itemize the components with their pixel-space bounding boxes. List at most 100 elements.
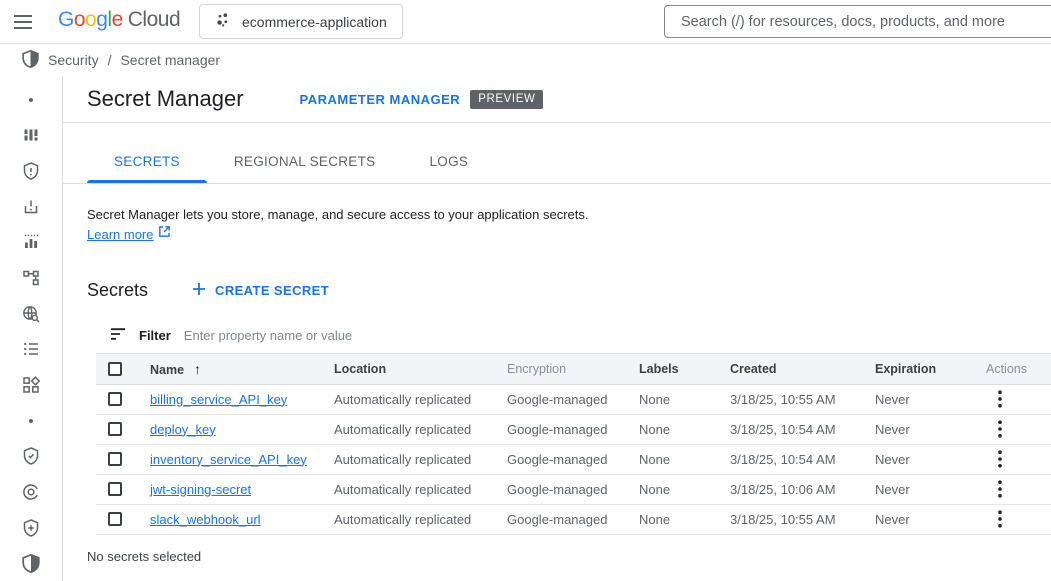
row-actions-menu[interactable] <box>986 475 1002 503</box>
cell-labels: None <box>629 414 720 444</box>
row-checkbox[interactable] <box>108 422 122 436</box>
secret-name-link[interactable]: inventory_service_API_key <box>150 452 307 467</box>
sort-ascending-icon: ↑ <box>194 361 201 377</box>
breadcrumb-page: Secret manager <box>120 52 220 68</box>
cell-expiration: Never <box>865 504 976 534</box>
sidebar-item-findings[interactable] <box>9 331 53 367</box>
secret-name-link[interactable]: jwt-signing-secret <box>150 482 251 497</box>
plus-icon <box>192 282 206 299</box>
dot-icon <box>21 411 41 431</box>
cell-location: Automatically replicated <box>324 444 497 474</box>
logo-letter: e <box>112 8 123 31</box>
project-name: ecommerce-application <box>242 14 387 30</box>
security-shield-icon <box>22 50 39 71</box>
sidebar-item-risk-overview[interactable] <box>9 118 53 154</box>
breadcrumb-separator: / <box>108 52 112 68</box>
filter-label: Filter <box>139 328 171 343</box>
page-title: Secret Manager <box>87 86 244 112</box>
row-actions-menu[interactable] <box>986 505 1002 533</box>
column-header-expiration: Expiration <box>865 353 976 384</box>
table-row: inventory_service_API_key Automatically … <box>96 444 1051 474</box>
logo-letter: G <box>58 8 74 31</box>
create-secret-button[interactable]: CREATE SECRET <box>192 282 329 299</box>
tab-secrets[interactable]: SECRETS <box>87 140 207 183</box>
sidebar-item-dot-2[interactable] <box>9 403 53 439</box>
apps-diamond-icon <box>21 375 41 395</box>
column-header-actions: Actions <box>976 353 1051 384</box>
tab-logs[interactable]: LOGS <box>402 140 495 183</box>
secret-name-link[interactable]: billing_service_API_key <box>150 392 287 407</box>
cell-expiration: Never <box>865 444 976 474</box>
project-selector[interactable]: ecommerce-application <box>199 4 403 39</box>
sidebar-item-shield-check[interactable] <box>9 438 53 474</box>
breadcrumb-section[interactable]: Security <box>48 52 99 68</box>
sidebar-item-compliance[interactable] <box>9 474 53 510</box>
breadcrumb: Security / Secret manager <box>0 44 1051 76</box>
row-checkbox[interactable] <box>108 512 122 526</box>
cell-location: Automatically replicated <box>324 414 497 444</box>
cell-created: 3/18/25, 10:54 AM <box>720 414 865 444</box>
kebab-icon <box>998 510 1002 528</box>
secrets-table-card: Filter Name↑ Location Encryption Labels … <box>96 319 1051 535</box>
cell-expiration: Never <box>865 414 976 444</box>
sidebar-item-shield-plus[interactable] <box>9 510 53 546</box>
select-all-checkbox[interactable] <box>108 362 122 376</box>
row-actions-menu[interactable] <box>986 385 1002 413</box>
column-header-location: Location <box>324 353 497 384</box>
cell-created: 3/18/25, 10:55 AM <box>720 504 865 534</box>
sidebar-item-dot-1[interactable] <box>9 82 53 118</box>
logo-letter: o <box>85 8 96 31</box>
row-checkbox[interactable] <box>108 392 122 406</box>
table-row: slack_webhook_url Automatically replicat… <box>96 504 1051 534</box>
cell-encryption: Google-managed <box>497 504 629 534</box>
bar-chart-icon <box>21 232 41 252</box>
sidebar-item-web-scanner[interactable] <box>9 296 53 332</box>
cell-encryption: Google-managed <box>497 414 629 444</box>
dot-icon <box>21 90 41 110</box>
page-description: Secret Manager lets you store, manage, a… <box>87 205 1051 224</box>
secrets-section-header: Secrets CREATE SECRET <box>87 280 1051 301</box>
sidebar-item-posture[interactable] <box>9 225 53 261</box>
cell-labels: None <box>629 384 720 414</box>
sidebar-item-shield-half[interactable] <box>9 545 53 581</box>
menu-icon[interactable] <box>14 15 34 29</box>
selection-status: No secrets selected <box>87 549 1051 564</box>
tray-alert-icon <box>21 197 41 217</box>
row-actions-menu[interactable] <box>986 415 1002 443</box>
logo-cloud-text: Cloud <box>128 8 180 31</box>
filter-bar: Filter <box>96 319 1051 353</box>
globe-search-icon <box>21 304 41 324</box>
table-row: deploy_key Automatically replicated Goog… <box>96 414 1051 444</box>
tab-regional-secrets[interactable]: REGIONAL SECRETS <box>207 140 403 183</box>
sidebar-item-threats[interactable] <box>9 153 53 189</box>
secret-name-link[interactable]: deploy_key <box>150 422 216 437</box>
row-checkbox[interactable] <box>108 452 122 466</box>
cell-created: 3/18/25, 10:55 AM <box>720 384 865 414</box>
main-content: Secret Manager PARAMETER MANAGER PREVIEW… <box>63 76 1051 581</box>
search-input[interactable] <box>664 5 1051 38</box>
kebab-icon <box>998 390 1002 408</box>
column-header-name[interactable]: Name↑ <box>140 353 324 384</box>
findings-list-icon <box>21 339 41 359</box>
cell-created: 3/18/25, 10:54 AM <box>720 444 865 474</box>
column-header-labels: Labels <box>629 353 720 384</box>
filter-input[interactable] <box>184 328 1037 343</box>
google-cloud-logo[interactable]: GoogleCloud <box>58 8 180 32</box>
shield-plus-icon <box>21 518 41 538</box>
project-icon <box>215 12 231 31</box>
sidebar-item-assets[interactable] <box>9 260 53 296</box>
row-actions-menu[interactable] <box>986 445 1002 473</box>
sidebar-item-sources[interactable] <box>9 367 53 403</box>
table-row: jwt-signing-secret Automatically replica… <box>96 474 1051 504</box>
parameter-manager-link[interactable]: PARAMETER MANAGER <box>300 92 461 107</box>
risk-overview-icon <box>21 125 41 145</box>
tab-bar: SECRETS REGIONAL SECRETS LOGS <box>63 140 1051 184</box>
learn-more-link[interactable]: Learn more <box>87 225 171 243</box>
cell-location: Automatically replicated <box>324 504 497 534</box>
secret-name-link[interactable]: slack_webhook_url <box>150 512 261 527</box>
kebab-icon <box>998 420 1002 438</box>
sidebar-item-vulnerabilities[interactable] <box>9 189 53 225</box>
row-checkbox[interactable] <box>108 482 122 496</box>
logo-letter: o <box>74 8 85 31</box>
secrets-heading: Secrets <box>87 280 148 301</box>
